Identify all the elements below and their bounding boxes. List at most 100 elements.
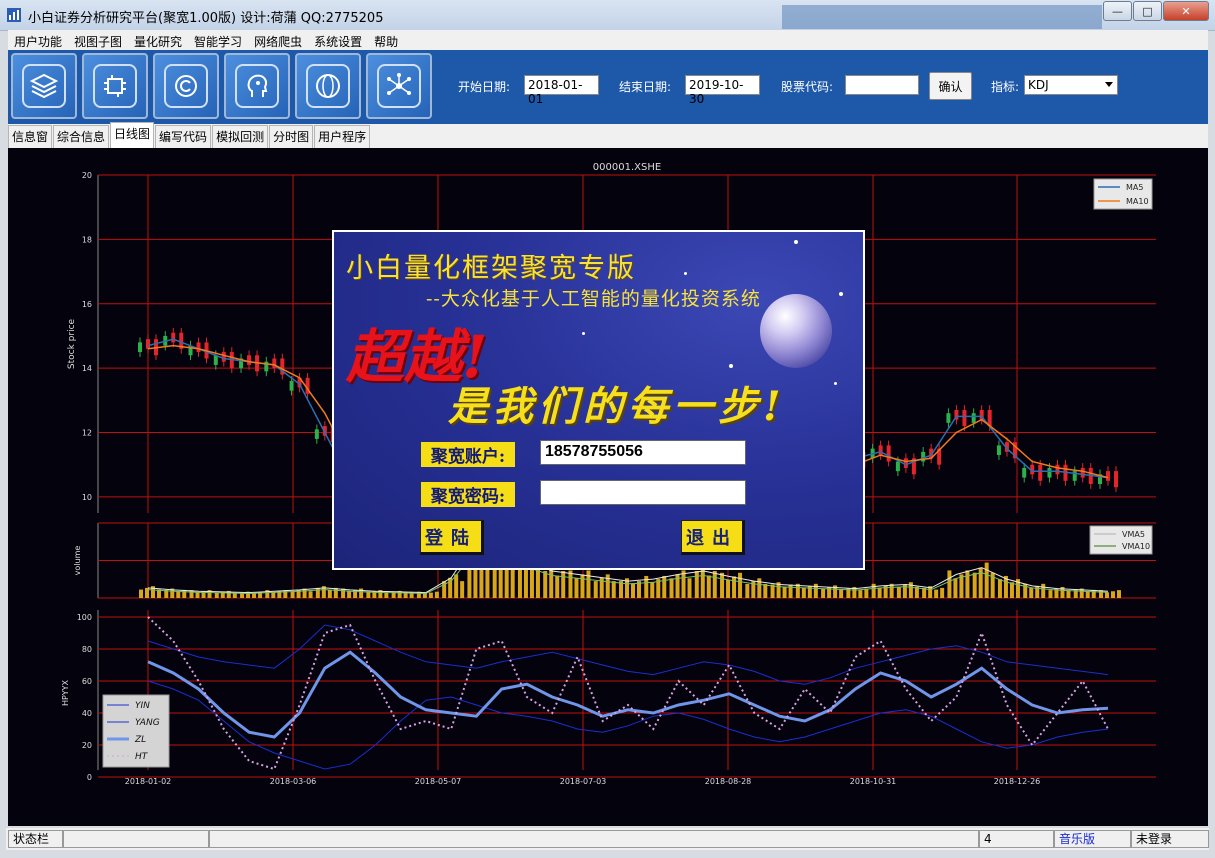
volume-bar <box>214 592 219 598</box>
volume-bar <box>1105 592 1109 598</box>
volume-bar <box>839 589 844 598</box>
volume-bar <box>669 578 674 598</box>
candle-body <box>1114 471 1118 488</box>
volume-bar <box>720 572 725 598</box>
tab-overview[interactable]: 综合信息 <box>53 125 110 148</box>
volume-bar <box>1029 587 1034 598</box>
status-panel-wide <box>209 830 979 848</box>
x-tick-label: 2018-08-28 <box>705 777 752 786</box>
volume-bar <box>341 588 346 598</box>
volume-bar <box>252 593 257 598</box>
volume-bar <box>574 578 579 598</box>
volume-bar <box>965 570 970 598</box>
toolbar-button-refresh[interactable] <box>153 53 219 119</box>
menu-ai-learning[interactable]: 智能学习 <box>188 30 248 50</box>
stock-code-input[interactable] <box>845 75 919 95</box>
end-date-input[interactable]: 2019-10-30 <box>685 75 760 106</box>
toolbar-button-orbit[interactable] <box>295 53 361 119</box>
legend-label: MA5 <box>1126 183 1143 192</box>
layers-icon <box>22 64 66 108</box>
y-tick-label: 14 <box>82 364 92 373</box>
volume-bar <box>290 591 295 598</box>
volume-bar <box>434 591 439 598</box>
exit-button[interactable]: 退出 <box>681 520 745 555</box>
volume-bar <box>889 583 894 598</box>
menu-web-crawler[interactable]: 网络爬虫 <box>248 30 308 50</box>
volume-bar <box>706 575 711 598</box>
menu-help[interactable]: 帮助 <box>368 30 404 50</box>
password-input[interactable] <box>540 480 746 505</box>
candle-body <box>946 413 951 423</box>
volume-bar <box>650 582 655 598</box>
y-tick-label: 100 <box>77 613 92 622</box>
toolbar-button-ai[interactable] <box>224 53 290 119</box>
tab-strip: 信息窗 综合信息 日线图 编写代码 模拟回测 分时图 用户程序 <box>8 122 1208 148</box>
y-axis-label: Stock price <box>67 318 77 369</box>
volume-bar <box>801 587 806 598</box>
login-button[interactable]: 登陆 <box>420 520 484 555</box>
menu-quant-research[interactable]: 量化研究 <box>128 30 188 50</box>
candle-body <box>221 352 226 362</box>
candle-body <box>1106 471 1110 481</box>
candle-body <box>971 413 976 423</box>
status-login-state: 未登录 <box>1131 830 1209 848</box>
volume-bar <box>1009 582 1014 598</box>
legend-label: HT <box>135 752 149 762</box>
x-tick-label: 2018-05-07 <box>415 777 462 786</box>
candle-body <box>886 445 891 462</box>
volume-bar <box>580 574 585 598</box>
volume-bar <box>997 579 1002 598</box>
x-tick-label: 2018-12-26 <box>994 777 1041 786</box>
title-bar[interactable]: 小白证券分析研究平台(聚宽1.00版) 设计:荷蒲 QQ:2775205 — □… <box>0 0 1215 31</box>
y-axis-label: HPYYX <box>61 680 70 706</box>
account-input[interactable]: 18578755056 <box>540 440 746 465</box>
status-label: 状态栏 <box>8 830 63 848</box>
volume-bar <box>555 575 560 598</box>
volume-bar <box>611 581 616 598</box>
legend-label: ZL <box>134 735 146 745</box>
volume-bar <box>428 592 433 598</box>
series-line-ht <box>147 616 1109 771</box>
volume-bar <box>271 592 276 598</box>
volume-bar <box>1066 590 1071 598</box>
refresh-circle-icon <box>164 64 208 108</box>
candle-body <box>895 461 900 472</box>
y-tick-label: 12 <box>82 429 92 438</box>
dialog-subtitle: --大众化基于人工智能的量化投资系统 <box>426 288 761 310</box>
toolbar-button-network[interactable] <box>366 53 432 119</box>
volume-bar <box>631 583 635 598</box>
tab-user-programs[interactable]: 用户程序 <box>314 125 371 148</box>
legend-label: VMA10 <box>1122 542 1150 551</box>
tab-write-code[interactable]: 编写代码 <box>155 125 212 148</box>
volume-bar <box>182 589 187 598</box>
confirm-button[interactable]: 确认 <box>929 72 972 100</box>
menu-user-functions[interactable]: 用户功能 <box>8 30 68 50</box>
volume-bar <box>195 592 200 598</box>
candle-body <box>996 445 1001 456</box>
indicator-select[interactable]: KDJ <box>1024 75 1118 95</box>
minimize-button[interactable]: — <box>1103 1 1132 21</box>
volume-bar <box>283 590 288 598</box>
volume-bar <box>732 576 737 598</box>
candle-body <box>1055 464 1060 475</box>
close-button[interactable]: ✕ <box>1163 1 1209 21</box>
tab-backtest[interactable]: 模拟回测 <box>212 125 269 148</box>
star-decoration <box>684 272 687 275</box>
indicator-selected-value: KDJ <box>1028 78 1049 92</box>
x-tick-label: 2018-03-06 <box>270 777 317 786</box>
volume-bar <box>953 578 958 598</box>
y-tick-label: 80 <box>82 645 92 654</box>
tab-intraday[interactable]: 分时图 <box>269 125 314 148</box>
candle-body <box>314 429 319 439</box>
volume-bar <box>738 572 743 598</box>
start-date-input[interactable]: 2018-01-01 <box>524 75 599 106</box>
menu-system-settings[interactable]: 系统设置 <box>308 30 368 50</box>
orbit-icon <box>306 64 350 108</box>
account-label: 聚宽账户: <box>421 442 515 467</box>
tab-daily-chart[interactable]: 日线图 <box>110 122 155 148</box>
tab-info-window[interactable]: 信息窗 <box>8 125 53 148</box>
toolbar-button-circuit[interactable] <box>82 53 148 119</box>
maximize-button[interactable]: □ <box>1133 1 1162 21</box>
toolbar-button-layers[interactable] <box>11 53 77 119</box>
menu-view-subplot[interactable]: 视图子图 <box>68 30 128 50</box>
